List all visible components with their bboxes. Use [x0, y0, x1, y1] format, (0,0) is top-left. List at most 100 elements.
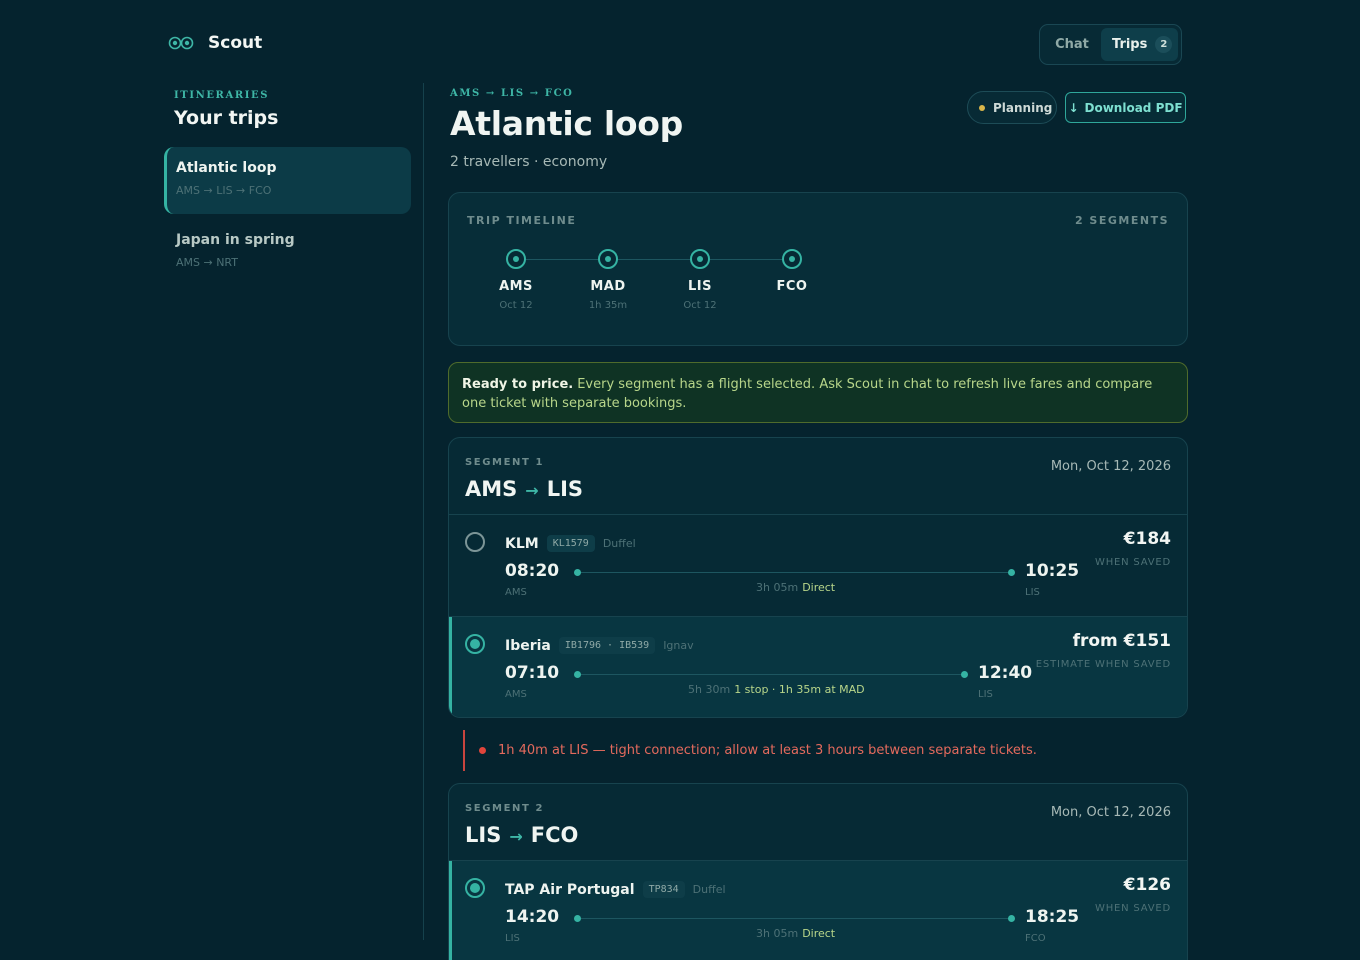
- ready-title: Ready to price.: [462, 377, 574, 392]
- tab-trips-label: Trips: [1112, 37, 1148, 52]
- departure-time: 07:10: [505, 663, 560, 683]
- download-pdf-button[interactable]: ↓ Download PDF: [1065, 92, 1186, 123]
- status-badge: Planning: [967, 91, 1057, 124]
- flight-select-radio[interactable]: [465, 532, 485, 552]
- sidebar-item-japan-in-spring[interactable]: Japan in spring AMS → NRT: [164, 219, 411, 286]
- trip-route: AMS → LIS → FCO: [176, 184, 272, 197]
- departure-airport: AMS: [505, 689, 527, 700]
- segment-date: Mon, Oct 12, 2026: [1050, 459, 1171, 474]
- arrival-time: 10:25: [1025, 561, 1080, 581]
- segment-to: FCO: [530, 823, 579, 847]
- segment-route: AMS → LIS: [465, 477, 583, 501]
- flight-select-radio[interactable]: [465, 634, 485, 654]
- fare-source: Duffel: [602, 537, 636, 550]
- status-label: Planning: [993, 100, 1053, 115]
- segment-date: Mon, Oct 12, 2026: [1050, 805, 1171, 820]
- segment-header: SEGMENT 1 AMS → LIS Mon, Oct 12, 2026: [449, 438, 1187, 515]
- departure-time: 08:20: [505, 561, 560, 581]
- view-switcher: Chat Trips 2: [1039, 24, 1182, 65]
- segment-card: SEGMENT 1 AMS → LIS Mon, Oct 12, 2026 KLM …: [448, 437, 1188, 718]
- timeline-node-icon: [690, 249, 710, 269]
- price-note: WHEN SAVED: [1095, 557, 1171, 568]
- stops-text: 1 stop · 1h 35m at MAD: [734, 683, 865, 696]
- segment-from: AMS: [465, 477, 518, 501]
- trip-name: Atlantic loop: [176, 160, 277, 176]
- stops-text: Direct: [802, 581, 836, 594]
- segment-eyebrow: SEGMENT 2: [465, 803, 545, 814]
- airline-row: TAP Air Portugal TP834 Duffel: [505, 881, 726, 898]
- price-note: WHEN SAVED: [1095, 903, 1171, 914]
- sidebar: ITINERARIES Your trips Atlantic loop AMS…: [164, 90, 412, 269]
- timeline-stop-note: 1h 35m: [588, 300, 628, 311]
- trip-name: Japan in spring: [176, 232, 295, 248]
- timeline-stop: LIS Oct 12: [660, 249, 740, 311]
- timeline-stop: MAD 1h 35m: [568, 249, 648, 311]
- sidebar-title: Your trips: [174, 107, 279, 129]
- timeline-stop-code: AMS: [499, 279, 533, 294]
- timeline-stop-note: Oct 12: [683, 300, 717, 311]
- timeline-node-icon: [782, 249, 802, 269]
- binoculars-icon: [168, 36, 194, 50]
- departure-airport: LIS: [505, 933, 520, 944]
- flight-number: KL1579: [546, 535, 595, 552]
- timeline-stop: AMS Oct 12: [476, 249, 556, 311]
- timeline-stop-code: LIS: [688, 279, 712, 294]
- flight-route-line: [574, 915, 1015, 922]
- download-pdf-label: Download PDF: [1084, 100, 1183, 115]
- sidebar-item-atlantic-loop[interactable]: Atlantic loop AMS → LIS → FCO: [164, 147, 411, 214]
- fare-source: Ignav: [663, 639, 694, 652]
- sidebar-eyebrow: ITINERARIES: [174, 90, 270, 101]
- brand[interactable]: Scout: [168, 33, 262, 53]
- flight-route-line: [574, 671, 968, 678]
- arrival-airport: LIS: [978, 689, 993, 700]
- page-title: Atlantic loop: [450, 104, 683, 143]
- flight-number: IB1796 · IB539: [558, 637, 656, 654]
- arrow-right-icon: →: [525, 481, 539, 500]
- download-arrow-icon: ↓: [1068, 100, 1079, 115]
- flight-duration: 3h 05m Direct: [756, 581, 835, 594]
- flight-option[interactable]: KLM KL1579 Duffel 08:20 AMS 3h 05m Direct…: [449, 515, 1187, 617]
- arrival-time: 12:40: [978, 663, 1033, 683]
- segment-eyebrow: SEGMENT 1: [465, 457, 545, 468]
- airline-name: Iberia: [505, 637, 551, 654]
- airline-row: KLM KL1579 Duffel: [505, 535, 636, 552]
- timeline-node-icon: [506, 249, 526, 269]
- segment-header: SEGMENT 2 LIS → FCO Mon, Oct 12, 2026: [449, 784, 1187, 861]
- warning-dot-icon: [479, 747, 486, 754]
- timeline-stop-note: Oct 12: [499, 300, 533, 311]
- duration-text: 3h 05m: [756, 927, 799, 940]
- arrival-airport: FCO: [1025, 933, 1046, 944]
- trips-count-badge: 2: [1155, 36, 1173, 53]
- brand-name: Scout: [208, 33, 263, 53]
- airline-name: TAP Air Portugal: [505, 881, 635, 898]
- tab-chat[interactable]: Chat: [1043, 28, 1101, 61]
- timeline-eyebrow: TRIP TIMELINE: [467, 214, 577, 227]
- timeline-stop-code: MAD: [590, 279, 626, 294]
- segment-from: LIS: [465, 823, 502, 847]
- connection-warning: 1h 40m at LIS — tight connection; allow …: [463, 730, 1188, 771]
- price-note: ESTIMATE WHEN SAVED: [1035, 659, 1171, 670]
- breadcrumb: AMS → LIS → FCO: [450, 88, 574, 99]
- ready-to-price-banner: Ready to price. Every segment has a fligh…: [448, 362, 1188, 423]
- flight-price: from €151: [1072, 631, 1171, 651]
- segment-to: LIS: [546, 477, 584, 501]
- segment-route: LIS → FCO: [465, 823, 578, 847]
- departure-time: 14:20: [505, 907, 560, 927]
- flight-option[interactable]: Iberia IB1796 · IB539 Ignav 07:10 AMS 5h…: [449, 617, 1187, 717]
- flight-duration: 3h 05m Direct: [756, 927, 835, 940]
- timeline-node-icon: [598, 249, 618, 269]
- timeline-stop-code: FCO: [776, 279, 808, 294]
- trip-timeline: TRIP TIMELINE 2 SEGMENTS AMS Oct 12 MAD …: [448, 192, 1188, 346]
- arrival-time: 18:25: [1025, 907, 1080, 927]
- flight-option[interactable]: TAP Air Portugal TP834 Duffel 14:20 LIS …: [449, 861, 1187, 960]
- flight-number: TP834: [642, 881, 685, 898]
- airline-name: KLM: [505, 535, 539, 552]
- fare-source: Duffel: [692, 883, 726, 896]
- airline-row: Iberia IB1796 · IB539 Ignav: [505, 637, 694, 654]
- page-subtitle: 2 travellers · economy: [450, 154, 608, 170]
- flight-duration: 5h 30m 1 stop · 1h 35m at MAD: [688, 683, 865, 696]
- trip-route: AMS → NRT: [176, 256, 238, 269]
- tab-trips[interactable]: Trips 2: [1101, 28, 1178, 61]
- flight-select-radio[interactable]: [465, 878, 485, 898]
- duration-text: 5h 30m: [688, 683, 731, 696]
